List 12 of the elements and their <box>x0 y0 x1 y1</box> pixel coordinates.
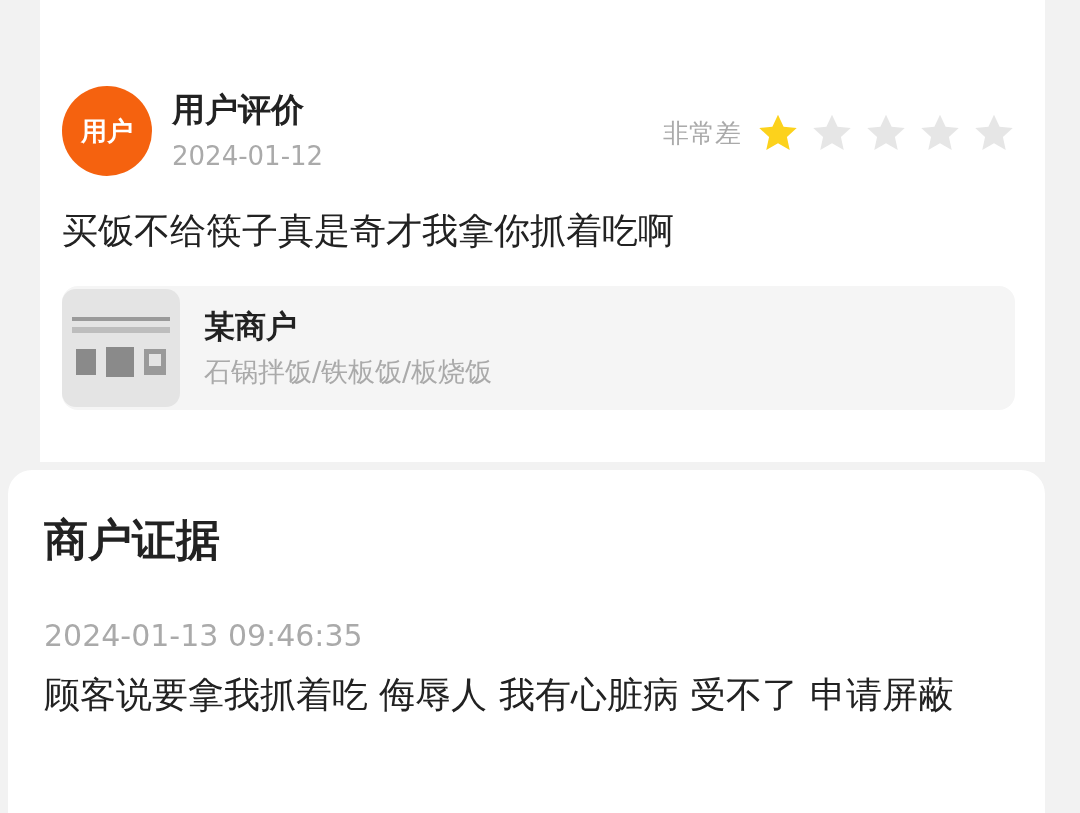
avatar: 用户 <box>62 86 152 176</box>
review-title: 用户评价 <box>172 90 305 130</box>
merchant-card[interactable]: 某商户 石锅拌饭/铁板饭/板烧饭 <box>62 286 1015 410</box>
evidence-text: 顾客说要拿我抓着吃 侮辱人 我有心脏病 受不了 申请屏蔽 <box>44 673 955 717</box>
merchant-category: 石锅拌饭/铁板饭/板烧饭 <box>204 355 493 389</box>
evidence-timestamp: 2024-01-13 09:46:35 <box>44 617 364 655</box>
section-title: 商户证据 <box>44 513 221 567</box>
review-date: 2024-01-12 <box>172 140 324 173</box>
merchant-name: 某商户 <box>204 307 298 346</box>
review-text: 买饭不给筷子真是奇才我拿你抓着吃啊 <box>62 209 675 253</box>
rating-label: 非常差 <box>663 116 741 150</box>
shop-icon <box>62 289 180 407</box>
